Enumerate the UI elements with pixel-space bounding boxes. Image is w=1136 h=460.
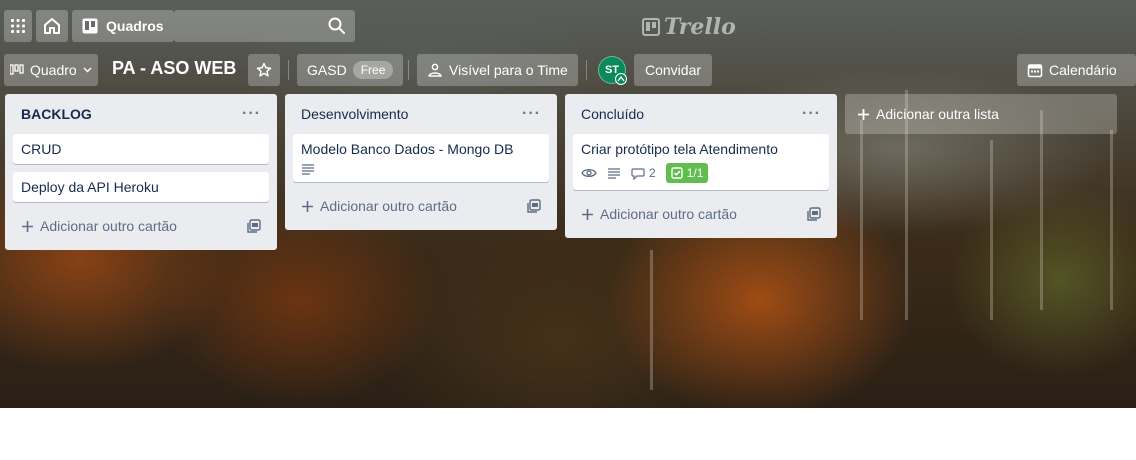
star-button[interactable] — [248, 54, 280, 86]
card-title: CRUD — [21, 141, 62, 157]
list-menu-button[interactable]: ··· — [242, 105, 261, 123]
plus-icon — [302, 200, 313, 212]
comments-badge: 2 — [631, 166, 656, 180]
list-title[interactable]: Desenvolvimento — [301, 106, 408, 122]
plus-icon — [858, 108, 869, 120]
add-card-label: Adicionar outro cartão — [40, 218, 177, 234]
calendar-label: Calendário — [1049, 62, 1117, 78]
member-avatar[interactable]: ST — [598, 56, 627, 85]
list-title[interactable]: Concluído — [581, 106, 644, 122]
divider — [408, 60, 409, 80]
list-menu-button[interactable]: ··· — [522, 105, 541, 123]
card[interactable]: CRUD — [13, 134, 269, 164]
divider — [586, 60, 587, 80]
list-title[interactable]: BACKLOG — [21, 106, 92, 122]
star-icon — [256, 62, 272, 77]
admin-badge-icon — [615, 73, 627, 85]
visibility-label: Visível para o Time — [449, 62, 568, 78]
add-card-button[interactable]: Adicionar outro cartão — [13, 210, 269, 242]
team-icon — [428, 63, 442, 77]
checklist-badge: 1/1 — [665, 163, 709, 183]
workspace-button[interactable]: GASD Free — [297, 54, 404, 86]
list-desenvolvimento: Desenvolvimento ··· Modelo Banco Dados -… — [285, 94, 557, 230]
add-list-label: Adicionar outra lista — [876, 106, 999, 122]
divider — [288, 60, 289, 80]
card[interactable]: Deploy da API Heroku — [13, 172, 269, 202]
view-switcher-button[interactable]: Quadro — [4, 54, 98, 86]
comment-icon — [631, 167, 645, 180]
description-icon — [608, 168, 620, 179]
comments-count: 2 — [649, 166, 656, 180]
visibility-button[interactable]: Visível para o Time — [417, 54, 578, 86]
add-list-button[interactable]: Adicionar outra lista — [845, 94, 1117, 134]
boards-icon — [82, 18, 98, 34]
plus-icon — [582, 208, 593, 220]
list-header: Concluído ··· — [573, 94, 829, 134]
list-backlog: BACKLOG ··· CRUD Deploy da API Heroku Ad… — [5, 94, 277, 250]
workspace-label: GASD — [307, 62, 347, 78]
add-card-button[interactable]: Adicionar outro cartão — [573, 198, 829, 230]
top-header: Quadros Trello — [0, 6, 1136, 46]
apps-button[interactable] — [4, 10, 32, 42]
logo-text: Trello — [664, 14, 736, 40]
card-title: Criar protótipo tela Atendimento — [581, 141, 778, 157]
plan-badge: Free — [352, 61, 394, 79]
card[interactable]: Criar protótipo tela Atendimento 2 1/1 — [573, 134, 829, 190]
watching-eye-icon — [581, 168, 597, 178]
calendar-button[interactable]: Calendário — [1017, 54, 1136, 86]
card-badges: 2 1/1 — [581, 163, 821, 183]
checklist-count: 1/1 — [686, 166, 704, 180]
grid-icon — [11, 19, 25, 33]
home-button[interactable] — [36, 10, 68, 42]
invite-label: Convidar — [644, 62, 702, 78]
plus-icon — [22, 220, 33, 232]
template-icon[interactable] — [807, 207, 821, 221]
board-title[interactable]: PA - ASO WEB — [112, 58, 236, 79]
board-header: Quadro PA - ASO WEB GASD Free Visível pa… — [0, 54, 1136, 86]
list-header: Desenvolvimento ··· — [293, 94, 549, 134]
trello-logo-icon — [642, 18, 660, 36]
boards-label: Quadros — [106, 18, 164, 34]
description-icon — [302, 164, 314, 175]
add-card-button[interactable]: Adicionar outro cartão — [293, 190, 549, 222]
card-title: Deploy da API Heroku — [21, 179, 159, 195]
board-view-icon — [10, 64, 24, 75]
search-icon[interactable] — [328, 17, 345, 34]
checkbox-icon — [670, 167, 683, 179]
boards-button[interactable]: Quadros — [72, 10, 174, 42]
trello-logo[interactable]: Trello — [642, 14, 736, 40]
calendar-icon — [1027, 64, 1043, 78]
card[interactable]: Modelo Banco Dados - Mongo DB — [293, 134, 549, 182]
card-title: Modelo Banco Dados - Mongo DB — [301, 141, 514, 157]
list-header: BACKLOG ··· — [13, 94, 269, 134]
template-icon[interactable] — [527, 199, 541, 213]
add-card-label: Adicionar outro cartão — [320, 198, 457, 214]
list-menu-button[interactable]: ··· — [802, 105, 821, 123]
home-icon — [44, 18, 60, 34]
invite-button[interactable]: Convidar — [634, 54, 712, 86]
view-label: Quadro — [30, 62, 77, 78]
list-concluido: Concluído ··· Criar protótipo tela Atend… — [565, 94, 837, 238]
template-icon[interactable] — [247, 219, 261, 233]
chevron-down-icon — [83, 67, 92, 73]
add-card-label: Adicionar outro cartão — [600, 206, 737, 222]
card-badges — [301, 163, 541, 175]
